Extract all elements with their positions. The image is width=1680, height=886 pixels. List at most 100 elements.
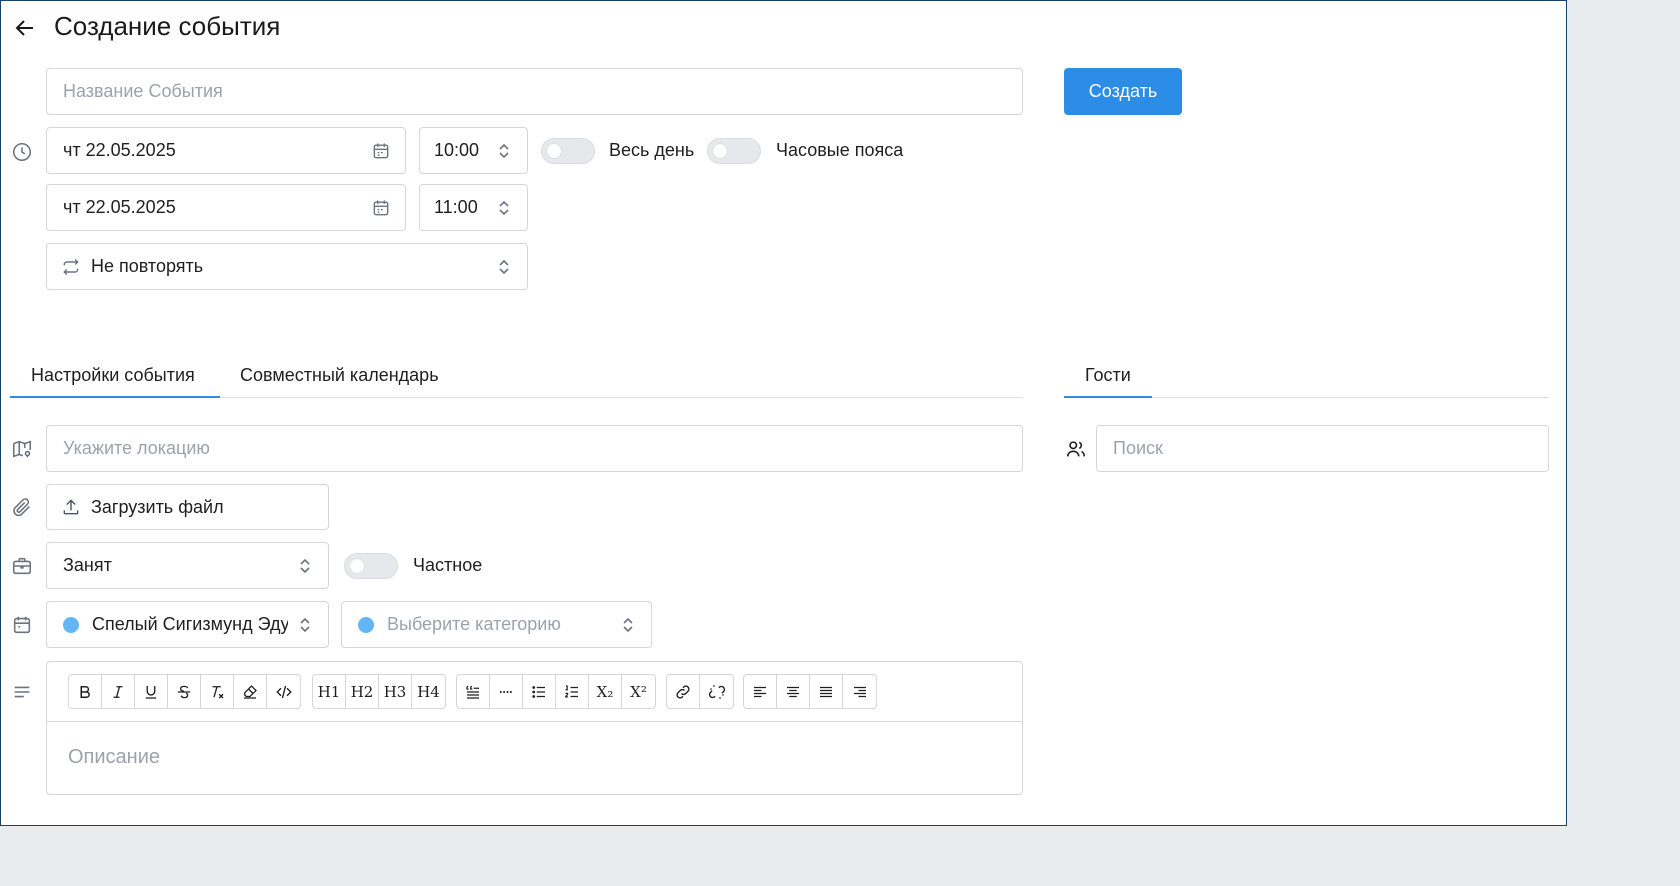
strikethrough-icon (178, 685, 190, 698)
blockquote-button[interactable] (457, 675, 490, 708)
block-toolbar-group: X₂ X² (456, 674, 656, 709)
align-right-icon (853, 686, 866, 697)
italic-icon (113, 685, 123, 698)
repeat-icon (63, 258, 79, 275)
upload-label: Загрузить файл (91, 496, 224, 517)
underline-icon (145, 685, 157, 699)
calendar-small-icon (13, 616, 31, 634)
category-color-dot (358, 616, 374, 633)
chevron-updown-icon (300, 558, 310, 574)
italic-button[interactable] (102, 675, 135, 708)
bold-icon (80, 685, 90, 698)
category-placeholder: Выберите категорию (387, 614, 561, 634)
tab-guests[interactable]: Гости (1085, 365, 1131, 386)
create-button[interactable]: Создать (1064, 68, 1182, 115)
ordered-list-button[interactable] (556, 675, 589, 708)
private-toggle[interactable] (344, 553, 398, 579)
highlighter-icon (244, 684, 257, 699)
guest-search-placeholder: Поиск (1113, 438, 1163, 458)
start-date-value: чт 22.05.2025 (63, 140, 176, 160)
align-right-button[interactable] (843, 675, 876, 708)
calendar-color-dot (63, 616, 79, 633)
link-toolbar-group (666, 674, 734, 709)
upload-icon (63, 499, 79, 515)
unlink-button[interactable] (700, 675, 733, 708)
link-icon (676, 684, 690, 699)
map-pin-icon (12, 440, 32, 458)
start-time-value: 10:00 (434, 140, 480, 160)
start-date-field[interactable]: чт 22.05.2025 (46, 127, 406, 174)
chevron-updown-icon (499, 200, 509, 216)
bold-button[interactable] (69, 675, 102, 708)
chevron-updown-icon (499, 259, 509, 275)
superscript-button[interactable]: X² (622, 675, 655, 708)
calendar-icon[interactable] (371, 198, 391, 218)
chevron-updown-icon (623, 617, 633, 633)
timezones-toggle[interactable] (707, 138, 761, 164)
clock-icon (12, 142, 32, 162)
description-input[interactable]: Описание (68, 746, 160, 769)
busy-status-select[interactable]: Занят (46, 542, 329, 589)
horizontal-rule-icon (499, 690, 512, 693)
align-left-button[interactable] (744, 675, 777, 708)
all-day-toggle[interactable] (541, 138, 595, 164)
align-toolbar-group (743, 674, 877, 709)
timezones-label: Часовые пояса (776, 140, 904, 160)
event-name-input[interactable]: Название События (46, 68, 1023, 115)
align-justify-button[interactable] (810, 675, 843, 708)
paperclip-icon (13, 498, 30, 517)
users-icon (1066, 441, 1086, 457)
tab-active-indicator (10, 396, 220, 398)
align-left-text-icon (754, 686, 766, 697)
tab-shared-calendar[interactable]: Совместный календарь (240, 365, 439, 386)
editor-divider (47, 721, 1022, 722)
upload-file-button[interactable]: Загрузить файл (46, 484, 329, 530)
tab-event-settings[interactable]: Настройки события (31, 365, 195, 386)
location-input[interactable]: Укажите локацию (46, 425, 1023, 472)
calendar-icon[interactable] (371, 141, 391, 161)
briefcase-icon (12, 557, 32, 575)
strikethrough-button[interactable] (168, 675, 201, 708)
busy-status-value: Занят (63, 555, 112, 575)
align-center-button[interactable] (777, 675, 810, 708)
link-button[interactable] (667, 675, 700, 708)
guests-tab-active-indicator (1064, 396, 1152, 398)
heading-4-button[interactable]: H4 (412, 675, 445, 708)
bullet-list-button[interactable] (523, 675, 556, 708)
category-select[interactable]: Выберите категорию (341, 601, 652, 648)
start-time-select[interactable]: 10:00 (419, 127, 528, 174)
horizontal-rule-button[interactable] (490, 675, 523, 708)
guest-search-input[interactable]: Поиск (1096, 425, 1549, 472)
align-left-icon (14, 686, 30, 698)
format-toolbar-group (68, 674, 301, 709)
location-placeholder: Укажите локацию (63, 438, 210, 458)
align-center-icon (787, 686, 799, 697)
end-time-select[interactable]: 11:00 (419, 184, 528, 231)
calendar-value: Спелый Сигизмунд Эдуардович (92, 614, 288, 634)
arrow-left-icon[interactable] (13, 16, 37, 40)
all-day-label: Весь день (609, 140, 695, 160)
heading-3-button[interactable]: H3 (379, 675, 412, 708)
end-date-field[interactable]: чт 22.05.2025 (46, 184, 406, 231)
ordered-list-icon (565, 684, 578, 697)
private-label: Частное (413, 555, 483, 575)
bullet-list-icon (532, 685, 545, 698)
event-name-placeholder: Название События (63, 81, 223, 101)
subscript-button[interactable]: X₂ (589, 675, 622, 708)
repeat-select[interactable]: Не повторять (46, 243, 528, 290)
clear-format-icon (212, 685, 224, 698)
end-date-value: чт 22.05.2025 (63, 197, 176, 217)
code-button[interactable] (267, 675, 300, 708)
heading-1-button[interactable]: H1 (313, 675, 346, 708)
calendar-select[interactable]: Спелый Сигизмунд Эдуардович (46, 601, 329, 648)
heading-2-button[interactable]: H2 (346, 675, 379, 708)
heading-toolbar-group: H1 H2 H3 H4 (312, 674, 446, 709)
highlight-button[interactable] (234, 675, 267, 708)
chevron-updown-icon (300, 617, 310, 633)
clear-format-button[interactable] (201, 675, 234, 708)
end-time-value: 11:00 (434, 197, 478, 217)
chevron-updown-icon (499, 143, 509, 159)
underline-button[interactable] (135, 675, 168, 708)
repeat-value: Не повторять (91, 256, 204, 276)
page-title: Создание события (54, 11, 281, 41)
